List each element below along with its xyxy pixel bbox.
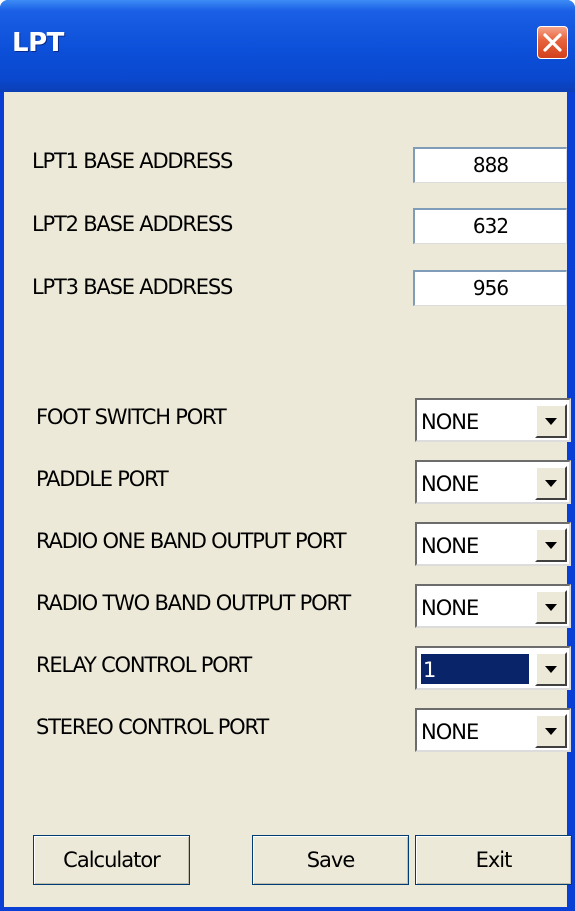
paddle-port-value: NONE	[421, 472, 479, 496]
exit-button[interactable]: Exit	[415, 835, 572, 885]
stereo-control-port-value: NONE	[421, 720, 479, 744]
radio-two-band-output-port-select[interactable]: NONE	[415, 584, 571, 628]
chevron-down-icon[interactable]	[535, 714, 567, 748]
relay-control-port-value: 1	[421, 654, 529, 684]
paddle-port-label: PADDLE PORT	[36, 467, 169, 491]
close-icon	[543, 33, 562, 52]
lpt2-base-address-label: LPT2 BASE ADDRESS	[32, 212, 233, 236]
lpt-dialog: LPT LPT1 BASE ADDRESS 888 LPT2 BASE ADDR…	[0, 0, 575, 911]
lpt1-base-address-field[interactable]: 888	[413, 147, 567, 183]
foot-switch-port-select[interactable]: NONE	[415, 398, 571, 442]
chevron-down-icon[interactable]	[535, 528, 567, 562]
calculator-button[interactable]: Calculator	[33, 835, 190, 885]
chevron-down-icon[interactable]	[535, 404, 567, 438]
chevron-down-icon[interactable]	[535, 652, 567, 686]
chevron-down-icon[interactable]	[535, 466, 567, 500]
radio-two-band-output-port-value: NONE	[421, 596, 479, 620]
chevron-down-icon[interactable]	[535, 590, 567, 624]
relay-control-port-label: RELAY CONTROL PORT	[36, 653, 252, 677]
title-bar[interactable]: LPT	[0, 0, 575, 92]
foot-switch-port-value: NONE	[421, 410, 479, 434]
stereo-control-port-label: STEREO CONTROL PORT	[36, 715, 269, 739]
foot-switch-port-label: FOOT SWITCH PORT	[36, 405, 227, 429]
window-title: LPT	[12, 28, 64, 58]
lpt3-base-address-field[interactable]: 956	[413, 270, 567, 306]
lpt3-base-address-label: LPT3 BASE ADDRESS	[32, 275, 233, 299]
lpt2-base-address-field[interactable]: 632	[413, 208, 567, 244]
lpt1-base-address-label: LPT1 BASE ADDRESS	[32, 149, 233, 173]
radio-one-band-output-port-select[interactable]: NONE	[415, 522, 571, 566]
save-button[interactable]: Save	[252, 835, 409, 885]
radio-one-band-output-port-value: NONE	[421, 534, 479, 558]
paddle-port-select[interactable]: NONE	[415, 460, 571, 504]
relay-control-port-select[interactable]: 1	[415, 646, 571, 690]
radio-two-band-output-port-label: RADIO TWO BAND OUTPUT PORT	[36, 591, 351, 615]
radio-one-band-output-port-label: RADIO ONE BAND OUTPUT PORT	[36, 529, 347, 553]
close-button[interactable]	[537, 26, 568, 59]
stereo-control-port-select[interactable]: NONE	[415, 708, 571, 752]
dialog-body: LPT1 BASE ADDRESS 888 LPT2 BASE ADDRESS …	[4, 92, 572, 907]
